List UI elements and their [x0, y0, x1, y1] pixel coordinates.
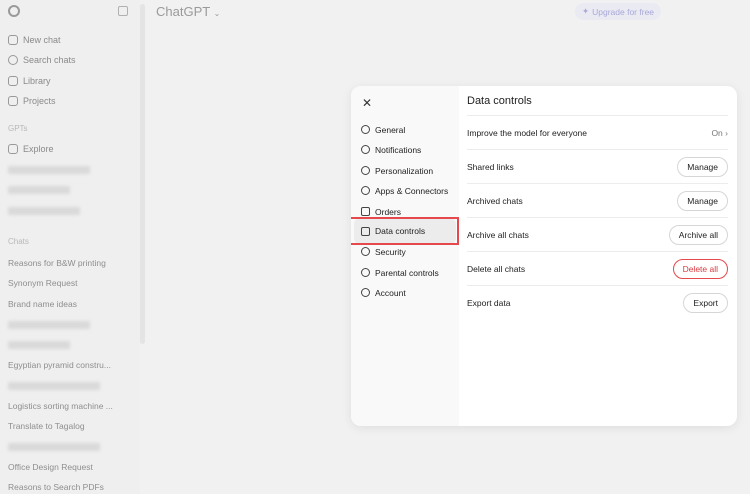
sparkle-icon: ✦: [582, 6, 590, 16]
new-chat-button[interactable]: New chat: [8, 35, 61, 45]
library-icon: [8, 76, 18, 86]
chat-item[interactable]: Brand name ideas: [8, 299, 77, 309]
blurred-gpt[interactable]: [8, 166, 90, 174]
panel-title: Data controls: [467, 86, 728, 116]
model-title: ChatGPT: [156, 4, 210, 19]
sidebar: New chat Search chats Library Projects G…: [0, 0, 140, 494]
blurred-chat[interactable]: [8, 382, 100, 390]
label: Export data: [467, 298, 511, 308]
label: New chat: [23, 35, 61, 45]
label: Notifications: [375, 144, 422, 155]
apps-icon: [361, 186, 370, 195]
blurred-chat[interactable]: [8, 321, 90, 329]
label: Archive all chats: [467, 229, 529, 240]
model-selector[interactable]: ChatGPT ⌄: [156, 4, 220, 19]
data-controls-panel: Data controls Improve the model for ever…: [459, 86, 737, 426]
manage-archived-chats-button[interactable]: Manage: [677, 190, 728, 211]
sidebar-toggle-icon[interactable]: [118, 6, 128, 16]
chat-item[interactable]: Egyptian pyramid constru...: [8, 360, 111, 370]
sidebar-scrollbar[interactable]: [140, 4, 145, 344]
archive-all-button[interactable]: Archive all: [668, 224, 728, 245]
chevron-down-icon: ⌄: [213, 9, 221, 18]
label: Archived chats: [467, 195, 523, 206]
blurred-gpt[interactable]: [8, 207, 80, 215]
projects-button[interactable]: Projects: [8, 96, 56, 106]
archived-chats-row: Archived chats Manage: [467, 184, 728, 218]
label: Delete all chats: [467, 263, 526, 274]
highlight-box: [351, 217, 459, 245]
chats-heading: Chats: [8, 237, 29, 246]
settings-dialog: ✕ General Notifications Personalization …: [351, 86, 737, 426]
grid-icon: [8, 144, 18, 154]
chevron-right-icon: ›: [725, 127, 728, 138]
label: Search chats: [23, 55, 76, 65]
label: Orders: [375, 206, 401, 217]
chat-item[interactable]: Synonym Request: [8, 278, 77, 288]
gpts-heading: GPTs: [8, 124, 28, 133]
upgrade-label: Upgrade for free: [592, 6, 655, 17]
settings-nav: ✕ General Notifications Personalization …: [351, 86, 459, 426]
label: Personalization: [375, 165, 434, 176]
label: Explore: [23, 144, 54, 154]
label: Apps & Connectors: [375, 185, 449, 196]
people-icon: [361, 268, 370, 277]
receipt-icon: [361, 207, 370, 216]
edit-icon: [8, 35, 18, 45]
label: Security: [375, 246, 406, 257]
user-circle-icon: [361, 288, 370, 297]
improve-model-row[interactable]: Improve the model for everyone On ›: [467, 116, 728, 150]
shield-icon: [361, 247, 370, 256]
value: On: [711, 127, 723, 138]
archive-all-row: Archive all chats Archive all: [467, 218, 728, 252]
manage-shared-links-button[interactable]: Manage: [677, 156, 728, 177]
improve-model-toggle[interactable]: On ›: [711, 128, 728, 138]
blurred-chat[interactable]: [8, 443, 100, 451]
library-button[interactable]: Library: [8, 76, 51, 86]
chatgpt-logo-icon[interactable]: [8, 5, 20, 17]
search-icon: [8, 55, 18, 65]
search-chats-button[interactable]: Search chats: [8, 55, 76, 65]
explore-button[interactable]: Explore: [8, 144, 54, 154]
export-data-row: Export data Export: [467, 286, 728, 320]
delete-all-button[interactable]: Delete all: [672, 258, 728, 279]
label: Parental controls: [375, 267, 439, 278]
close-icon[interactable]: ✕: [362, 96, 372, 110]
personalization-icon: [361, 166, 370, 175]
label: Library: [23, 76, 51, 86]
label: Projects: [23, 96, 56, 106]
shared-links-row: Shared links Manage: [467, 150, 728, 184]
settings-tab-account[interactable]: Account: [351, 279, 459, 306]
blurred-chat[interactable]: [8, 341, 70, 349]
delete-all-row: Delete all chats Delete all: [467, 252, 728, 286]
bell-icon: [361, 145, 370, 154]
chat-item[interactable]: Translate to Tagalog: [8, 421, 85, 431]
gear-icon: [361, 125, 370, 134]
chat-item[interactable]: Reasons to Search PDFs: [8, 482, 104, 492]
label: Improve the model for everyone: [467, 127, 588, 138]
chat-item[interactable]: Logistics sorting machine ...: [8, 401, 113, 411]
label: General: [375, 124, 406, 135]
chat-item[interactable]: Office Design Request: [8, 462, 93, 472]
export-button[interactable]: Export: [683, 293, 728, 313]
folder-icon: [8, 96, 18, 106]
label: Account: [375, 287, 406, 298]
blurred-gpt[interactable]: [8, 186, 70, 194]
label: Shared links: [467, 161, 514, 172]
upgrade-button[interactable]: ✦ Upgrade for free: [575, 3, 662, 20]
chat-item[interactable]: Reasons for B&W printing: [8, 258, 106, 268]
